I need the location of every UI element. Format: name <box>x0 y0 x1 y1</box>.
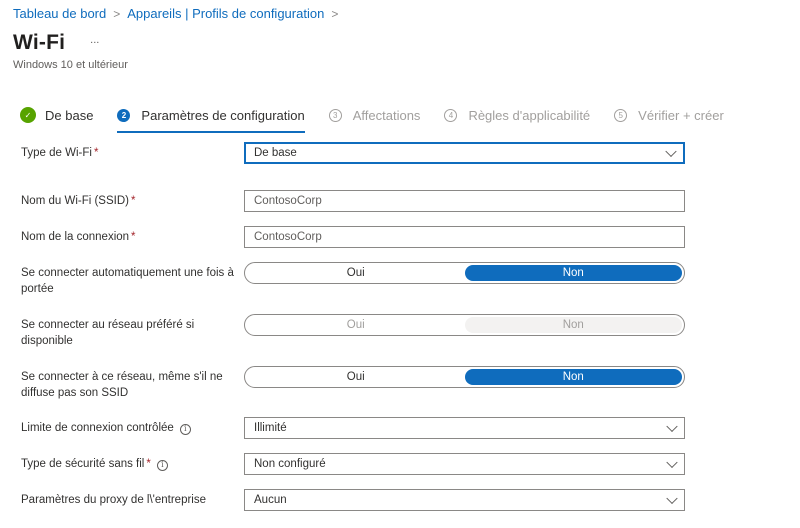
proxy-settings-dropdown[interactable]: Aucun <box>244 489 685 511</box>
step-label: Paramètres de configuration <box>141 107 305 123</box>
security-type-label: Type de sécurité sans fil * i <box>21 456 241 472</box>
toggle-option-no: Non <box>464 317 682 333</box>
ssid-input[interactable]: ContosoCorp <box>244 190 685 212</box>
toggle-option-yes[interactable]: Oui <box>247 369 465 385</box>
step-label: De base <box>45 107 94 123</box>
label-text: Type de Wi-Fi <box>21 147 92 159</box>
auto-connect-toggle[interactable]: Oui Non <box>244 262 685 284</box>
proxy-settings-label: Paramètres du proxy de l\'entreprise <box>21 494 207 506</box>
metered-connection-label: Limite de connexion contrôlée i <box>21 420 241 436</box>
wizard-steps: ✓ De base 2 Paramètres de configuration … <box>20 104 748 133</box>
hidden-network-label: Se connecter à ce réseau, même s'il ne d… <box>21 371 223 399</box>
label-text: Nom de la connexion <box>21 231 130 243</box>
info-icon[interactable]: i <box>156 459 168 471</box>
step-label: Vérifier + créer <box>638 107 724 123</box>
required-marker: * <box>130 195 136 207</box>
ssid-label: Nom du Wi-Fi (SSID) * <box>21 193 241 209</box>
chevron-down-icon <box>666 492 678 505</box>
hidden-network-toggle[interactable]: Oui Non <box>244 366 685 388</box>
step-configuration-settings[interactable]: 2 Paramètres de configuration <box>117 104 306 133</box>
dropdown-value: Aucun <box>254 494 287 506</box>
chevron-down-icon <box>666 420 678 433</box>
wifi-type-dropdown[interactable]: De base <box>244 142 685 164</box>
dropdown-value: Illimité <box>254 422 287 434</box>
breadcrumb-separator: > <box>331 6 339 21</box>
step-label: Affectations <box>352 107 421 123</box>
page-subtitle: Windows 10 et ultérieur <box>13 59 128 71</box>
step-assignments[interactable]: 3 Affectations <box>328 104 421 126</box>
step-basics[interactable]: ✓ De base <box>20 104 93 126</box>
step-number-icon: 5 <box>614 108 628 122</box>
title-row: Wi-Fi ... <box>13 31 99 55</box>
wifi-type-label: Type de Wi-Fi * <box>21 145 241 161</box>
label-text: Limite de connexion contrôlée <box>21 422 174 434</box>
dropdown-value: De base <box>254 147 297 159</box>
toggle-option-yes: Oui <box>346 319 365 331</box>
more-options-button[interactable]: ... <box>90 34 99 46</box>
step-review-create[interactable]: 5 Vérifier + créer <box>614 104 724 126</box>
step-number-icon: 3 <box>328 108 342 122</box>
preferred-network-label: Se connecter au réseau préféré si dispon… <box>21 319 195 347</box>
chevron-down-icon <box>666 456 678 469</box>
toggle-option-yes[interactable]: Oui <box>247 265 465 281</box>
required-marker: * <box>131 231 136 243</box>
breadcrumb-separator: > <box>113 6 121 21</box>
security-type-dropdown[interactable]: Non configuré <box>244 453 685 475</box>
breadcrumb-dashboard[interactable]: Tableau de bord <box>13 6 106 21</box>
preferred-network-toggle: Oui Non <box>244 314 685 336</box>
step-applicability-rules[interactable]: 4 Règles d'applicabilité <box>444 104 590 126</box>
info-icon[interactable]: i <box>179 423 191 435</box>
breadcrumb: Tableau de bord > Appareils | Profils de… <box>13 6 345 21</box>
metered-connection-dropdown[interactable]: Illimité <box>244 417 685 439</box>
label-text: Type de sécurité sans fil <box>21 458 145 470</box>
check-circle-icon: ✓ <box>20 107 36 123</box>
label-text: Nom du Wi-Fi (SSID) <box>21 195 129 207</box>
breadcrumb-devices-config-profiles[interactable]: Appareils | Profils de configuration <box>127 6 324 21</box>
toggle-option-no[interactable]: Non <box>464 369 682 385</box>
connection-name-label: Nom de la connexion * <box>21 229 241 245</box>
connection-name-input[interactable]: ContosoCorp <box>244 226 685 248</box>
required-marker: * <box>93 147 99 159</box>
step-number-icon: 4 <box>444 108 458 122</box>
required-marker: * <box>146 458 151 470</box>
step-number-icon: 2 <box>117 108 131 122</box>
dropdown-value: Non configuré <box>254 458 326 470</box>
step-label: Règles d'applicabilité <box>468 107 591 123</box>
toggle-option-no[interactable]: Non <box>464 265 682 281</box>
auto-connect-label: Se connecter automatiquement une fois à … <box>21 267 234 295</box>
page-title: Wi-Fi <box>13 31 66 54</box>
chevron-down-icon <box>665 145 677 158</box>
